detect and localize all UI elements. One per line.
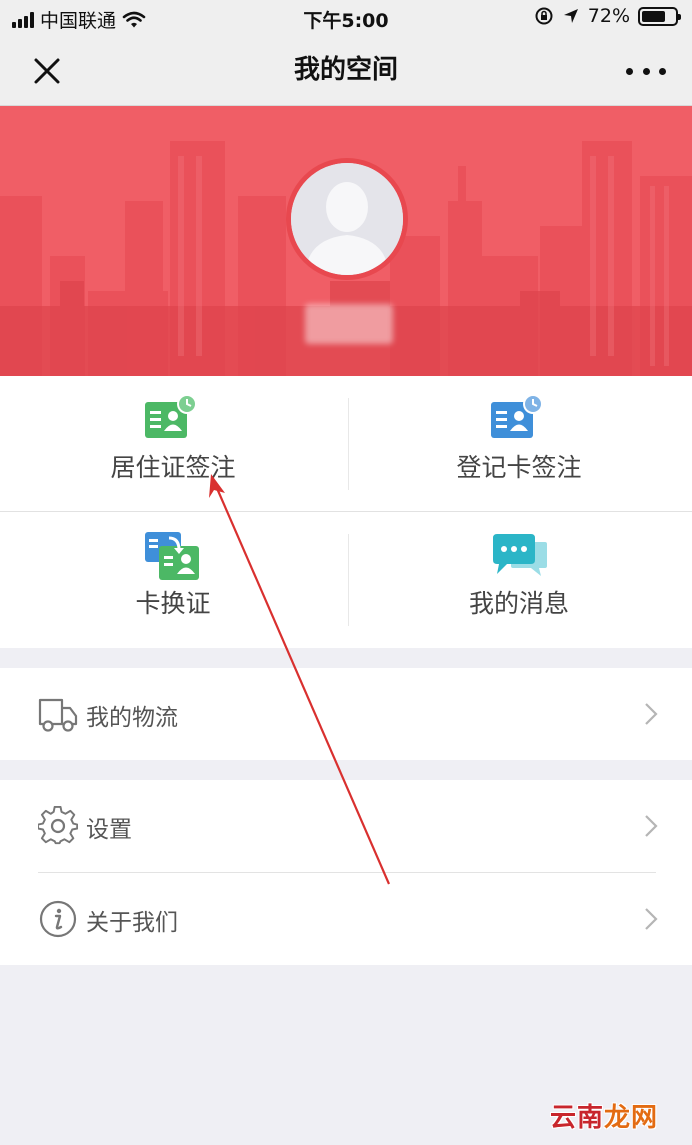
battery-level [642,10,666,22]
watermark-text: 龙网 [603,1103,658,1133]
menu-item-about[interactable]: 关于我们 [0,873,692,965]
menu-item-label: 我的物流 [86,705,178,731]
username-redacted [305,304,393,344]
card-exchange-icon [145,532,199,580]
grid-item-label: 居住证签注 [110,453,236,482]
status-right: 72% [534,5,681,27]
registration-card-icon [491,394,543,438]
watermark-logo: 云南龙网 [550,1097,658,1134]
chat-bubble-icon [493,534,547,576]
status-bar: 中国联通 下午5:00 72% [0,0,692,34]
grid-divider [0,511,692,512]
page-title: 我的空间 [293,55,398,85]
location-icon [563,9,578,23]
rotation-lock-icon [535,7,553,25]
grid-divider [348,398,349,490]
truck-icon [38,698,78,732]
close-button[interactable] [28,52,66,90]
battery-percent: 72% [587,5,630,27]
service-grid: 居住证签注 登记卡签注 卡换证 我的消息 [0,376,692,648]
nav-bar: 我的空间 [0,34,692,106]
grid-item-label: 卡换证 [135,589,211,618]
watermark-text: 云南 [549,1103,604,1133]
logistics-group: 我的物流 [0,668,692,760]
chevron-right-icon [645,703,658,725]
menu-item-settings[interactable]: 设置 [0,780,692,872]
default-avatar-icon [291,163,403,275]
more-dots-icon [626,67,633,75]
grid-item-label: 登记卡签注 [456,453,582,482]
avatar[interactable] [286,158,408,280]
grid-item-label: 我的消息 [468,589,569,618]
info-icon [39,900,77,938]
more-button[interactable] [626,56,666,86]
close-icon [34,58,60,84]
gear-icon [38,806,78,845]
chevron-right-icon [645,815,658,837]
settings-group: 设置 关于我们 [0,780,692,965]
menu-item-label: 设置 [86,817,132,843]
profile-banner [0,106,692,376]
grid-item-registration-card[interactable]: 登记卡签注 [346,376,692,512]
chevron-right-icon [645,908,658,930]
grid-item-card-exchange[interactable]: 卡换证 [0,512,346,648]
grid-divider [348,534,349,626]
grid-item-residence-permit[interactable]: 居住证签注 [0,376,346,512]
menu-item-logistics[interactable]: 我的物流 [0,668,692,760]
grid-item-my-messages[interactable]: 我的消息 [346,512,692,648]
battery-icon [638,6,681,26]
residence-permit-icon [145,394,197,438]
menu-item-label: 关于我们 [86,910,178,936]
